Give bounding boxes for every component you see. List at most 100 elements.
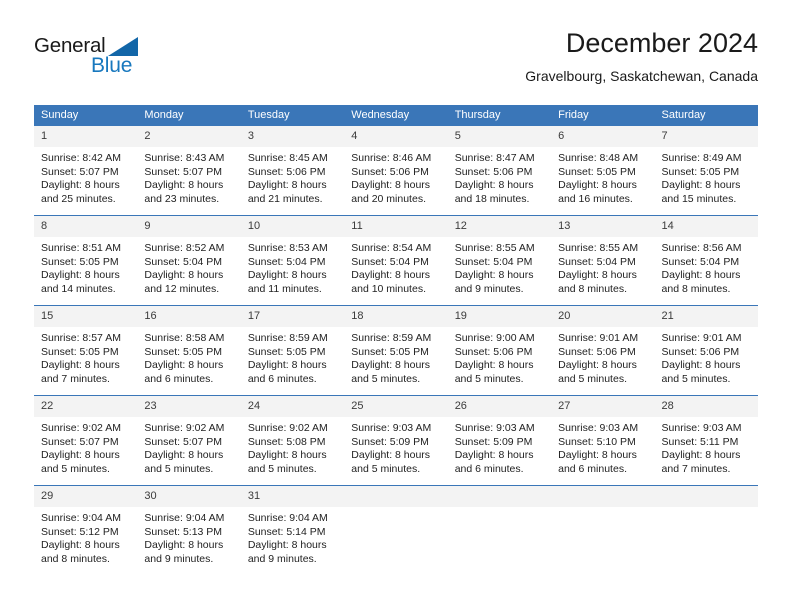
day-details: Sunrise: 9:03 AM Sunset: 5:09 PM Daylight:…	[448, 417, 551, 476]
day-number: 2	[137, 126, 241, 147]
day-cell-inner: 13 Sunrise: 8:55 AM Sunset: 5:04 PM Dayligh…	[551, 216, 655, 305]
calendar-day-cell[interactable]: 9 Sunrise: 8:52 AM Sunset: 5:04 PM Daylight…	[137, 215, 241, 306]
daylight-text-line1: Daylight: 8 hours	[454, 179, 534, 192]
day-cell-inner: 24 Sunrise: 9:02 AM Sunset: 5:08 PM Dayligh…	[240, 396, 345, 485]
sunset-text: Sunset: 5:05 PM	[41, 345, 119, 358]
day-details: Sunrise: 8:42 AM Sunset: 5:07 PM Daylight:…	[34, 147, 137, 206]
sunrise-text: Sunrise: 8:52 AM	[144, 242, 225, 254]
day-number: 8	[34, 216, 138, 237]
day-cell-inner: 20 Sunrise: 9:01 AM Sunset: 5:06 PM Dayligh…	[551, 306, 655, 395]
day-number: 29	[34, 486, 138, 507]
daylight-text-line2: and 8 minutes.	[41, 552, 110, 565]
daylight-text-line1: Daylight: 8 hours	[41, 179, 120, 192]
calendar-day-cell[interactable]: 6 Sunrise: 8:48 AM Sunset: 5:05 PM Daylight…	[551, 125, 655, 216]
daylight-text-line1: Daylight: 8 hours	[247, 539, 327, 552]
calendar-day-cell[interactable]: 3 Sunrise: 8:45 AM Sunset: 5:06 PM Daylight…	[240, 125, 345, 216]
sunset-text: Sunset: 5:05 PM	[661, 165, 740, 178]
daylight-text-line1: Daylight: 8 hours	[247, 449, 327, 462]
day-details: Sunrise: 8:57 AM Sunset: 5:05 PM Daylight:…	[34, 327, 137, 386]
calendar-day-cell[interactable]: 13 Sunrise: 8:55 AM Sunset: 5:04 PM Dayligh…	[551, 215, 655, 306]
calendar-day-cell[interactable]: 30 Sunrise: 9:04 AM Sunset: 5:13 PM Dayligh…	[137, 485, 241, 574]
calendar-day-cell[interactable]: 22 Sunrise: 9:02 AM Sunset: 5:07 PM Dayligh…	[34, 395, 138, 486]
daylight-text-line2: and 20 minutes.	[351, 192, 426, 205]
day-details: Sunrise: 8:51 AM Sunset: 5:05 PM Daylight:…	[34, 237, 137, 296]
title-block: December 2024 Gravelbourg, Saskatchewan,…	[525, 26, 758, 86]
day-details: Sunrise: 8:48 AM Sunset: 5:05 PM Daylight:…	[551, 147, 654, 206]
sunset-text: Sunset: 5:04 PM	[558, 255, 636, 268]
day-number: 4	[344, 126, 448, 147]
sunset-text: Sunset: 5:05 PM	[247, 345, 326, 358]
day-cell-inner	[344, 486, 448, 574]
calendar-day-cell[interactable]: 1 Sunrise: 8:42 AM Sunset: 5:07 PM Daylight…	[34, 125, 138, 216]
sunset-text: Sunset: 5:13 PM	[144, 525, 223, 538]
sunset-text: Sunset: 5:04 PM	[247, 255, 326, 268]
day-number: 11	[344, 216, 448, 237]
day-details: Sunrise: 9:01 AM Sunset: 5:06 PM Daylight:…	[655, 327, 758, 386]
day-details: Sunrise: 8:47 AM Sunset: 5:06 PM Daylight:…	[448, 147, 551, 206]
day-cell-inner: 21 Sunrise: 9:01 AM Sunset: 5:06 PM Dayligh…	[654, 306, 758, 395]
day-details: Sunrise: 8:55 AM Sunset: 5:04 PM Daylight:…	[448, 237, 551, 296]
daylight-text-line2: and 9 minutes.	[247, 552, 317, 565]
calendar-day-cell[interactable]: 10 Sunrise: 8:53 AM Sunset: 5:04 PM Dayligh…	[240, 215, 345, 306]
calendar-day-cell[interactable]: 16 Sunrise: 8:58 AM Sunset: 5:05 PM Dayligh…	[137, 305, 241, 396]
daylight-text-line2: and 6 minutes.	[454, 462, 524, 475]
weekday-header-tuesday: Tuesday	[240, 105, 345, 126]
calendar-day-cell[interactable]: 2 Sunrise: 8:43 AM Sunset: 5:07 PM Daylight…	[137, 125, 241, 216]
daylight-text-line1: Daylight: 8 hours	[558, 179, 637, 192]
sunset-text: Sunset: 5:06 PM	[661, 345, 740, 358]
calendar-day-cell[interactable]: 21 Sunrise: 9:01 AM Sunset: 5:06 PM Dayligh…	[654, 305, 758, 396]
day-cell-inner: 9 Sunrise: 8:52 AM Sunset: 5:04 PM Daylight…	[137, 216, 241, 305]
calendar-day-cell[interactable]: 15 Sunrise: 8:57 AM Sunset: 5:05 PM Dayligh…	[34, 305, 138, 396]
calendar-day-cell[interactable]: 24 Sunrise: 9:02 AM Sunset: 5:08 PM Dayligh…	[240, 395, 345, 486]
day-number: 7	[654, 126, 758, 147]
calendar-day-cell[interactable]: 19 Sunrise: 9:00 AM Sunset: 5:06 PM Dayligh…	[447, 305, 552, 396]
calendar-week-row: 15 Sunrise: 8:57 AM Sunset: 5:05 PM Dayligh…	[34, 305, 758, 396]
calendar-day-cell[interactable]: 17 Sunrise: 8:59 AM Sunset: 5:05 PM Dayligh…	[240, 305, 345, 396]
sunset-text: Sunset: 5:07 PM	[41, 165, 119, 178]
daylight-text-line2: and 14 minutes.	[41, 282, 116, 295]
daylight-text-line1: Daylight: 8 hours	[661, 269, 741, 282]
calendar-week-row: 29 Sunrise: 9:04 AM Sunset: 5:12 PM Dayligh…	[34, 485, 758, 574]
daylight-text-line2: and 8 minutes.	[558, 282, 627, 295]
day-details: Sunrise: 8:54 AM Sunset: 5:04 PM Daylight:…	[344, 237, 447, 296]
daylight-text-line1: Daylight: 8 hours	[661, 359, 741, 372]
general-blue-logo[interactable]: General Blue	[34, 34, 204, 86]
calendar-day-cell[interactable]: 14 Sunrise: 8:56 AM Sunset: 5:04 PM Dayligh…	[654, 215, 758, 306]
calendar-day-cell-empty	[551, 485, 655, 574]
day-details: Sunrise: 8:45 AM Sunset: 5:06 PM Daylight:…	[241, 147, 344, 206]
sunset-text: Sunset: 5:05 PM	[558, 165, 636, 178]
day-cell-inner: 25 Sunrise: 9:03 AM Sunset: 5:09 PM Dayligh…	[344, 396, 448, 485]
calendar-day-cell[interactable]: 7 Sunrise: 8:49 AM Sunset: 5:05 PM Daylight…	[654, 125, 758, 216]
daylight-text-line1: Daylight: 8 hours	[558, 269, 637, 282]
day-cell-inner	[447, 486, 552, 574]
calendar-day-cell[interactable]: 8 Sunrise: 8:51 AM Sunset: 5:05 PM Daylight…	[34, 215, 138, 306]
calendar-day-cell[interactable]: 12 Sunrise: 8:55 AM Sunset: 5:04 PM Dayligh…	[447, 215, 552, 306]
calendar-day-cell[interactable]: 11 Sunrise: 8:54 AM Sunset: 5:04 PM Dayligh…	[344, 215, 448, 306]
calendar-day-cell[interactable]: 18 Sunrise: 8:59 AM Sunset: 5:05 PM Dayligh…	[344, 305, 448, 396]
daylight-text-line2: and 6 minutes.	[247, 372, 317, 385]
calendar-day-cell[interactable]: 23 Sunrise: 9:02 AM Sunset: 5:07 PM Dayligh…	[137, 395, 241, 486]
calendar-day-cell[interactable]: 28 Sunrise: 9:03 AM Sunset: 5:11 PM Dayligh…	[654, 395, 758, 486]
calendar-day-cell[interactable]: 29 Sunrise: 9:04 AM Sunset: 5:12 PM Dayligh…	[34, 485, 138, 574]
sunset-text: Sunset: 5:06 PM	[454, 345, 533, 358]
day-details: Sunrise: 8:49 AM Sunset: 5:05 PM Daylight:…	[655, 147, 758, 206]
daylight-text-line1: Daylight: 8 hours	[558, 449, 637, 462]
calendar-day-cell[interactable]: 27 Sunrise: 9:03 AM Sunset: 5:10 PM Dayligh…	[551, 395, 655, 486]
day-number: 5	[447, 126, 552, 147]
calendar-day-cell-empty	[344, 485, 448, 574]
daylight-text-line1: Daylight: 8 hours	[247, 269, 327, 282]
day-details: Sunrise: 9:04 AM Sunset: 5:12 PM Daylight:…	[34, 507, 137, 566]
daylight-text-line2: and 7 minutes.	[41, 372, 110, 385]
daylight-text-line1: Daylight: 8 hours	[41, 359, 120, 372]
day-details: Sunrise: 8:43 AM Sunset: 5:07 PM Daylight:…	[137, 147, 240, 206]
calendar-header-row: Sunday Monday Tuesday Wednesday Thursday…	[34, 105, 758, 126]
calendar-day-cell[interactable]: 20 Sunrise: 9:01 AM Sunset: 5:06 PM Dayligh…	[551, 305, 655, 396]
sunrise-text: Sunrise: 8:55 AM	[454, 242, 535, 254]
daylight-text-line1: Daylight: 8 hours	[144, 359, 224, 372]
calendar-day-cell[interactable]: 25 Sunrise: 9:03 AM Sunset: 5:09 PM Dayligh…	[344, 395, 448, 486]
calendar-day-cell[interactable]: 31 Sunrise: 9:04 AM Sunset: 5:14 PM Dayligh…	[240, 485, 345, 574]
calendar-day-cell[interactable]: 4 Sunrise: 8:46 AM Sunset: 5:06 PM Daylight…	[344, 125, 448, 216]
day-number: 3	[240, 126, 345, 147]
calendar-day-cell[interactable]: 5 Sunrise: 8:47 AM Sunset: 5:06 PM Daylight…	[447, 125, 552, 216]
calendar-day-cell[interactable]: 26 Sunrise: 9:03 AM Sunset: 5:09 PM Dayligh…	[447, 395, 552, 486]
